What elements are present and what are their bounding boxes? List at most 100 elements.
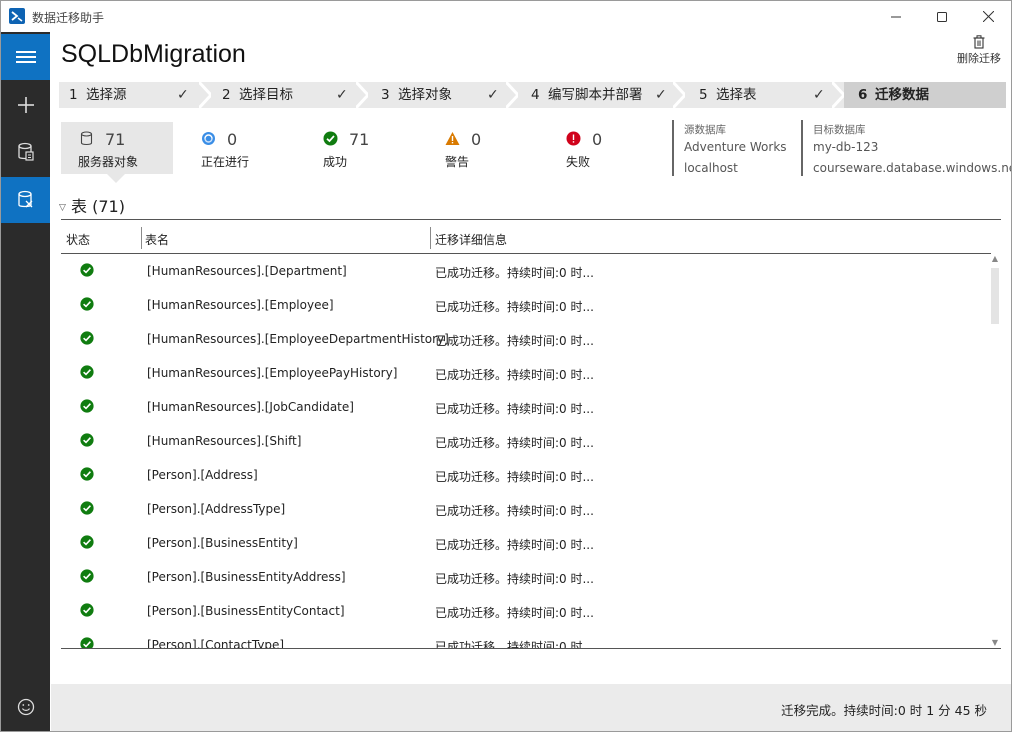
table-name-cell: [Person].[Address] [147, 468, 258, 482]
step-separator [506, 82, 518, 108]
app-window: 数据迁移助手 SQLDbMigration 删除迁移 1 选择源 ✓ 2 选择目… [0, 0, 1012, 732]
table-name-cell: [HumanResources].[Employee] [147, 298, 334, 312]
table-row[interactable]: [HumanResources].[Shift] 已成功迁移。持续时间:0 时..… [61, 424, 991, 458]
table-row[interactable]: [Person].[BusinessEntityAddress] 已成功迁移。持续… [61, 560, 991, 594]
new-project-button[interactable] [1, 82, 50, 128]
step-number: 4 [531, 87, 540, 103]
table-row[interactable]: [HumanResources].[Department] 已成功迁移。持续时间:… [61, 254, 991, 288]
table-name-cell: [Person].[AddressType] [147, 502, 286, 516]
table-name-cell: [HumanResources].[Department] [147, 264, 347, 278]
step-select-objects[interactable]: 3 选择对象 ✓ [381, 82, 521, 108]
check-circle-icon [80, 365, 94, 379]
check-circle-icon [80, 501, 94, 515]
table-row[interactable]: [HumanResources].[EmployeeDepartmentHist… [61, 322, 991, 356]
table-name-cell: [Person].[BusinessEntityContact] [147, 604, 345, 618]
status-footer: 迁移完成。持续时间:0 时 1 分 45 秒 [51, 684, 1011, 731]
table-name-cell: [HumanResources].[JobCandidate] [147, 400, 354, 414]
step-label: 选择对象 [398, 87, 452, 103]
table-row[interactable]: [HumanResources].[JobCandidate] 已成功迁移。持续时… [61, 390, 991, 424]
table-name-cell: [Person].[BusinessEntityAddress] [147, 570, 346, 584]
maximize-button[interactable] [919, 1, 965, 32]
scroll-down-icon[interactable]: ▼ [989, 638, 1001, 648]
table-row[interactable]: [Person].[BusinessEntityContact] 已成功迁移。持续… [61, 594, 991, 628]
stat-label: 正在进行 [201, 155, 250, 169]
migration-status-text: 迁移完成。持续时间:0 时 1 分 45 秒 [781, 703, 987, 718]
step-number: 1 [69, 87, 78, 103]
database-report-icon [17, 142, 34, 161]
table-header: 状态 表名 迁移详细信息 [61, 225, 1001, 253]
app-icon [9, 8, 25, 24]
step-number: 6 [858, 87, 868, 103]
scroll-up-icon[interactable]: ▲ [989, 254, 1001, 264]
column-divider[interactable] [141, 227, 142, 249]
stat-success[interactable]: 71 成功 [315, 122, 415, 174]
column-header-name[interactable]: 表名 [145, 231, 169, 248]
divider [801, 120, 803, 176]
stat-value: 0 [592, 130, 603, 149]
migration-detail-cell: 已成功迁移。持续时间:0 时... [435, 572, 594, 586]
step-separator [356, 82, 368, 108]
step-label: 选择表 [716, 87, 757, 103]
menu-button[interactable] [1, 34, 50, 80]
assessment-nav-button[interactable] [1, 129, 50, 175]
check-icon: ✓ [177, 87, 189, 103]
scroll-thumb[interactable] [991, 268, 999, 324]
source-db-caption: 源数据库 [684, 124, 726, 136]
table-row[interactable]: [HumanResources].[EmployeePayHistory] 已成功… [61, 356, 991, 390]
check-circle-icon [80, 399, 94, 413]
step-select-target[interactable]: 2 选择目标 ✓ [222, 82, 364, 108]
table-bottom-border [61, 648, 1001, 649]
table-row[interactable]: [Person].[BusinessEntity] 已成功迁移。持续时间:0 时.… [61, 526, 991, 560]
migration-nav-button[interactable] [1, 177, 50, 223]
stat-value: 0 [227, 130, 238, 149]
trash-icon [954, 35, 1004, 50]
table-row[interactable]: [HumanResources].[Employee] 已成功迁移。持续时间:0 … [61, 288, 991, 322]
stat-failed[interactable]: 0 失败 [558, 122, 658, 174]
vertical-scrollbar[interactable]: ▲ ▼ [989, 254, 1001, 648]
stat-label: 警告 [445, 155, 470, 169]
migration-detail-cell: 已成功迁移。持续时间:0 时... [435, 470, 594, 484]
column-header-status[interactable]: 状态 [66, 231, 90, 248]
check-circle-icon [323, 131, 338, 146]
plus-icon [17, 97, 34, 113]
table-row[interactable]: [Person].[AddressType] 已成功迁移。持续时间:0 时... [61, 492, 991, 526]
close-button[interactable] [965, 1, 1011, 32]
section-title: 表 (71) [71, 197, 125, 216]
check-circle-icon [80, 433, 94, 447]
stat-warning[interactable]: 0 警告 [437, 122, 537, 174]
source-db-name: Adventure Works [684, 140, 787, 154]
table-name-cell: [HumanResources].[Shift] [147, 434, 302, 448]
step-label: 选择目标 [239, 87, 293, 103]
check-icon: ✓ [813, 87, 825, 103]
migration-detail-cell: 已成功迁移。持续时间:0 时... [435, 436, 594, 450]
feedback-button[interactable] [1, 684, 50, 730]
check-circle-icon [80, 331, 94, 345]
minimize-button[interactable] [873, 1, 919, 32]
stat-label: 失败 [566, 155, 591, 169]
table-row[interactable]: [Person].[Address] 已成功迁移。持续时间:0 时... [61, 458, 991, 492]
step-select-source[interactable]: 1 选择源 ✓ [69, 82, 207, 108]
table-row[interactable]: [Person].[ContactType] 已成功迁移。持续时间:0 时... [61, 628, 991, 649]
source-db-server: localhost [684, 161, 738, 175]
step-label: 编写脚本并部署 [548, 87, 643, 103]
window-title: 数据迁移助手 [32, 11, 105, 25]
check-circle-icon [80, 263, 94, 277]
table-name-cell: [HumanResources].[EmployeeDepartmentHist… [147, 332, 449, 346]
stat-in-progress[interactable]: 0 正在进行 [193, 122, 293, 174]
selection-pointer [107, 174, 125, 183]
check-icon: ✓ [655, 87, 667, 103]
tables-section-header[interactable]: ▽ 表 (71) [59, 193, 125, 217]
delete-migration-button[interactable]: 删除迁移 [954, 35, 1004, 67]
target-db-name: my-db-123 [813, 140, 879, 154]
step-migrate-data[interactable]: 6 迁移数据 [844, 82, 1006, 108]
step-select-tables[interactable]: 5 选择表 ✓ [699, 82, 834, 108]
column-header-detail[interactable]: 迁移详细信息 [435, 231, 507, 248]
step-script-deploy[interactable]: 4 编写脚本并部署 ✓ [531, 82, 681, 108]
delete-migration-label: 删除迁移 [957, 52, 1001, 65]
migration-detail-cell: 已成功迁移。持续时间:0 时... [435, 538, 594, 552]
wizard-stepper: 1 选择源 ✓ 2 选择目标 ✓ 3 选择对象 ✓ 4 编写脚本并部署 ✓ 5 选择表 ✓ [59, 82, 1006, 108]
stat-server-objects[interactable]: 71 服务器对象 [61, 122, 173, 174]
migration-detail-cell: 已成功迁移。持续时间:0 时... [435, 300, 594, 314]
check-circle-icon [80, 603, 94, 617]
column-divider[interactable] [430, 227, 431, 249]
